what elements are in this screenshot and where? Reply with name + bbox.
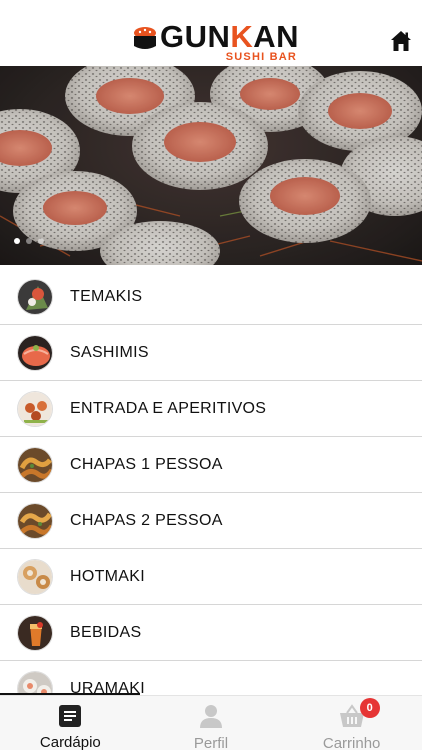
category-thumbnail bbox=[17, 615, 53, 651]
tab-label: Carrinho bbox=[322, 735, 381, 750]
menu-list-icon bbox=[58, 703, 82, 728]
tab-perfil[interactable]: Perfil bbox=[141, 696, 282, 750]
home-icon bbox=[390, 30, 412, 57]
carousel-dot[interactable] bbox=[38, 238, 44, 244]
category-label: SASHIMIS bbox=[70, 344, 149, 361]
category-thumbnail bbox=[17, 503, 53, 539]
category-item-chapas-1[interactable]: CHAPAS 1 PESSOA bbox=[0, 437, 422, 493]
home-button[interactable] bbox=[388, 30, 414, 56]
bottom-navigation: Cardápio Perfil 0 Carrinho bbox=[0, 695, 422, 750]
tab-carrinho[interactable]: 0 Carrinho bbox=[281, 696, 422, 750]
gunkan-logo: GUNKAN SUSHI BAR bbox=[132, 21, 299, 66]
sushi-photo bbox=[0, 66, 422, 265]
logo-subtitle: SUSHI BAR bbox=[225, 51, 298, 63]
carousel-dot[interactable] bbox=[14, 238, 20, 244]
category-label: CHAPAS 1 PESSOA bbox=[70, 456, 223, 473]
logo-wordmark: GUNKAN bbox=[160, 19, 300, 54]
cart-count-badge: 0 bbox=[359, 698, 380, 718]
tab-label: Cardápio bbox=[39, 734, 101, 750]
category-label: HOTMAKI bbox=[70, 568, 145, 585]
user-icon bbox=[198, 703, 224, 729]
category-label: CHAPAS 2 PESSOA bbox=[70, 512, 223, 529]
carousel-dot[interactable] bbox=[26, 238, 32, 244]
category-thumbnail bbox=[17, 559, 53, 595]
category-label: TEMAKIS bbox=[70, 288, 143, 305]
category-item-sashimis[interactable]: SASHIMIS bbox=[0, 325, 422, 381]
category-item-entrada[interactable]: ENTRADA E APERITIVOS bbox=[0, 381, 422, 437]
category-item-temakis[interactable]: TEMAKIS bbox=[0, 269, 422, 325]
app-header: GUNKAN SUSHI BAR bbox=[0, 0, 422, 66]
category-thumbnail bbox=[17, 447, 53, 483]
category-thumbnail bbox=[17, 335, 53, 371]
basket-icon: 0 bbox=[338, 698, 380, 729]
category-list: TEMAKIS SASHIMIS ENTRADA E APERITIVOS CH… bbox=[0, 269, 422, 717]
category-thumbnail bbox=[17, 391, 53, 427]
app-screen: GUNKAN SUSHI BAR TEMAKIS SASHIMIS ENTRAD… bbox=[0, 0, 422, 750]
category-label: ENTRADA E APERITIVOS bbox=[70, 400, 267, 417]
category-item-hotmaki[interactable]: HOTMAKI bbox=[0, 549, 422, 605]
tab-label: Perfil bbox=[193, 735, 229, 750]
carousel-indicator bbox=[14, 238, 44, 244]
category-thumbnail bbox=[17, 279, 53, 315]
category-item-bebidas[interactable]: BEBIDAS bbox=[0, 605, 422, 661]
promo-banner-carousel[interactable] bbox=[0, 66, 422, 265]
category-item-chapas-2[interactable]: CHAPAS 2 PESSOA bbox=[0, 493, 422, 549]
sushi-bowl-icon bbox=[132, 24, 158, 52]
category-label: BEBIDAS bbox=[70, 624, 142, 641]
tab-cardapio[interactable]: Cardápio bbox=[0, 696, 141, 750]
